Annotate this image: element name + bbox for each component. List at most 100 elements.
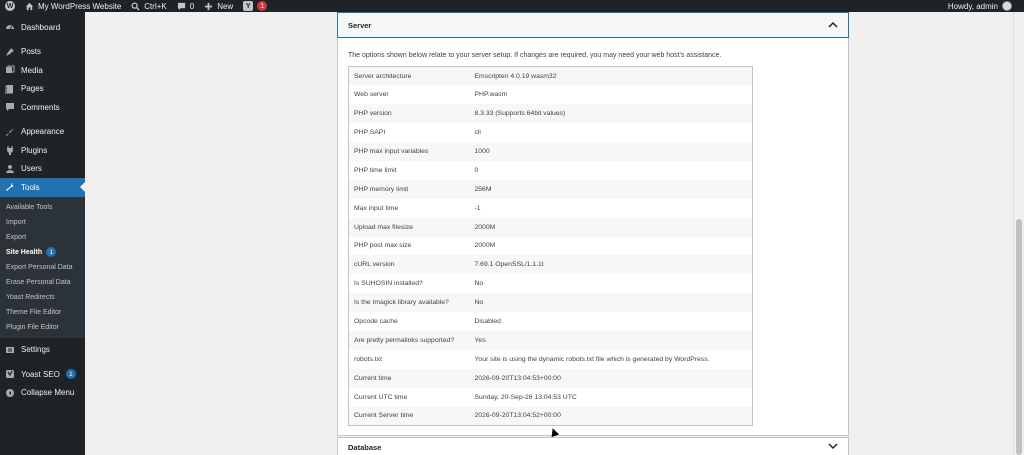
submenu-export-personal-data[interactable]: Export Personal Data [0, 260, 85, 275]
table-row: Upload max filesize 2000M [348, 217, 753, 237]
pin-icon [5, 47, 15, 57]
menu-tools[interactable]: Tools [0, 178, 85, 197]
row-label: PHP max input variables [348, 142, 470, 161]
submenu-label: Plugin File Editor [6, 323, 59, 331]
new-content-menu[interactable]: New [199, 0, 238, 12]
menu-plugins[interactable]: Plugins [0, 141, 85, 160]
plus-icon [204, 2, 213, 11]
comments-count: 0 [189, 1, 195, 11]
row-label: cURL version [348, 255, 470, 275]
row-value: 2000M [469, 217, 753, 237]
row-value: Yes [469, 330, 753, 350]
row-value: No [469, 293, 753, 313]
wrench-icon [5, 182, 15, 192]
submenu-label: Import [6, 218, 26, 226]
row-label: robots.txt [354, 355, 382, 363]
submenu-yoast-redirects[interactable]: Yoast Redirects [0, 290, 85, 305]
table-row: Server architecture Emscripten 4.0.19 was… [348, 66, 753, 86]
table-row: cURL version 7.69.1 OpenSSL/1.1.1t [348, 255, 753, 275]
menu-appearance[interactable]: Appearance [0, 123, 85, 142]
pages-icon [5, 84, 15, 94]
yoast-count: 1 [65, 369, 76, 380]
menu-settings[interactable]: Settings [0, 341, 85, 360]
my-account-menu[interactable]: Howdy, admin [943, 0, 1024, 12]
database-title: Database [348, 443, 382, 452]
chevron-down-icon [828, 442, 838, 453]
menu-label: Yoast SEO [21, 369, 60, 379]
table-row: PHP time limit 0 [349, 161, 753, 180]
row-label: Web server [354, 91, 389, 99]
menu-label: Settings [21, 345, 50, 355]
submenu-site-health[interactable]: Site Health 1 [0, 245, 85, 260]
menu-label: Appearance [21, 127, 65, 137]
wp-logo-menu[interactable]: W [0, 0, 20, 12]
command-palette-button[interactable]: Ctrl+K [126, 0, 171, 12]
table-row: PHP post max size 2000M [349, 237, 753, 256]
site-name: My WordPress Website [38, 1, 122, 11]
yoast-icon: Y [243, 1, 254, 11]
menu-users[interactable]: Users [0, 160, 85, 179]
table-row: Current Server time 2026-09-20T13:04:52+0… [348, 406, 753, 426]
menu-comments[interactable]: Comments [0, 98, 85, 117]
menu-label: Plugins [21, 145, 48, 155]
yoast-menu[interactable]: Y 1 [238, 0, 272, 12]
menu-label: Tools [21, 182, 40, 192]
comment-icon [177, 2, 186, 11]
server-info-table: Server architecture Emscripten 4.0.19 was… [348, 66, 753, 426]
menu-pages[interactable]: Pages [0, 80, 85, 99]
menu-yoast-seo[interactable]: Yoast SEO 1 [0, 365, 85, 384]
menu-label: Posts [21, 47, 42, 57]
submenu-import[interactable]: Import [0, 215, 85, 230]
media-icon [5, 65, 15, 75]
submenu-erase-personal-data[interactable]: Erase Personal Data [0, 275, 85, 290]
row-label: Max input time [354, 204, 399, 212]
submenu-available-tools[interactable]: Available Tools [0, 200, 85, 215]
server-accordion-header[interactable]: Server [337, 12, 849, 38]
row-label: PHP post max size [354, 242, 412, 250]
row-label: Current Server time [348, 406, 470, 426]
table-row: PHP max input variables 1000 [348, 142, 753, 161]
submenu-label: Theme File Editor [6, 308, 62, 316]
site-name-menu[interactable]: My WordPress Website [20, 0, 126, 12]
admin-menu: Dashboard Posts Media Pages Comments App… [0, 12, 85, 455]
home-icon [25, 2, 34, 11]
tools-submenu: Available Tools Import Export Site Healt… [0, 196, 85, 338]
submenu-theme-file-editor[interactable]: Theme File Editor [0, 305, 85, 320]
submenu-export[interactable]: Export [0, 230, 85, 245]
row-value: 0 [474, 166, 479, 174]
row-label: Server architecture [348, 66, 470, 86]
database-accordion-header[interactable]: Database [337, 437, 849, 455]
menu-dashboard[interactable]: Dashboard [0, 18, 85, 37]
submenu-plugin-file-editor[interactable]: Plugin File Editor [0, 320, 85, 335]
chevron-up-icon [828, 20, 838, 31]
table-row: robots.txt Your site is using the dynamic… [349, 350, 753, 369]
menu-posts[interactable]: Posts [0, 43, 85, 62]
server-title: Server [348, 20, 372, 30]
row-value: 256M [469, 179, 753, 199]
menu-label: Users [21, 164, 42, 174]
collapse-menu-button[interactable]: Collapse Menu [0, 384, 85, 403]
row-value: No [474, 280, 484, 288]
row-label: PHP SAPI [354, 129, 386, 137]
collapse-icon [5, 388, 15, 398]
row-value: Sunday, 20-Sep-26 13:04:53 UTC [474, 393, 577, 401]
row-label: PHP time limit [354, 166, 397, 174]
page-scrollbar[interactable] [1013, 12, 1024, 455]
row-value: 2000M [474, 242, 496, 250]
table-row: Current UTC time Sunday, 20-Sep-26 13:04:… [349, 388, 753, 407]
user-icon [5, 164, 15, 174]
table-row: PHP memory limit 256M [348, 179, 753, 199]
table-row: PHP version 8.3.33 (Supports 64bit values… [348, 104, 753, 124]
scrollbar-thumb[interactable] [1016, 219, 1022, 455]
server-intro-text: The options shown below relate to your s… [348, 52, 722, 59]
menu-media[interactable]: Media [0, 61, 85, 80]
howdy-text: Howdy, admin [947, 1, 998, 11]
table-row: Current time 2026-09-20T13:04:53+00:00 [348, 368, 753, 388]
row-value: Disabled [474, 318, 501, 326]
search-icon [131, 1, 140, 11]
row-label: Upload max filesize [348, 217, 470, 237]
brush-icon [5, 127, 15, 137]
row-value: 7.69.1 OpenSSL/1.1.1t [469, 255, 753, 275]
admin-bar: W My WordPress Website Ctrl+K 0 New Y 1 … [0, 0, 1024, 12]
comments-menu[interactable]: 0 [172, 0, 199, 12]
